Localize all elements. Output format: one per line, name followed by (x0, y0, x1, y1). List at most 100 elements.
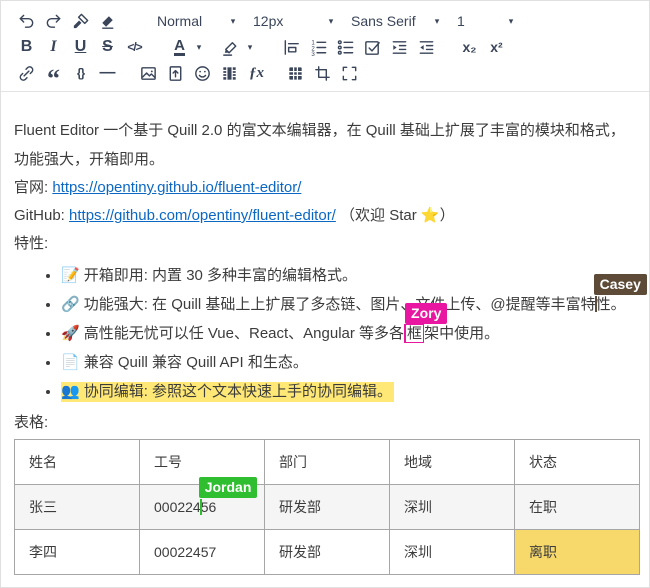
website-line[interactable]: 官网: https://opentiny.github.io/fluent-ed… (14, 174, 636, 202)
jordan-caret: Jordan (200, 499, 202, 515)
indent-decrease-icon (417, 38, 436, 57)
font-family-select[interactable]: Sans Serif ▾ (341, 9, 447, 33)
superscript-button[interactable]: x² (483, 35, 510, 59)
features-title[interactable]: 特性: (14, 230, 636, 258)
cell-dept[interactable]: 研发部 (265, 485, 390, 530)
website-label: 官网: (14, 179, 52, 196)
line-height-select[interactable]: 1 ▾ (447, 9, 521, 33)
text-color-icon: A (174, 38, 185, 56)
align-button[interactable] (278, 35, 305, 59)
feature-1-text: 开箱即用: 内置 30 多种丰富的编辑格式。 (84, 267, 357, 284)
casey-cursor-label: Casey (594, 274, 647, 295)
github-link[interactable]: https://github.com/opentiny/fluent-edito… (69, 207, 336, 224)
link-icon (17, 64, 36, 83)
align-left-icon (282, 38, 301, 57)
id-before-caret: 000224 (154, 499, 201, 515)
divider-button[interactable]: — (94, 61, 121, 85)
clean-format-button[interactable] (94, 9, 121, 33)
fullscreen-button[interactable] (336, 61, 363, 85)
editor-content[interactable]: Fluent Editor 一个基于 Quill 2.0 的富文本编辑器，在 Q… (1, 92, 649, 575)
underline-button[interactable]: U (67, 35, 94, 59)
file-upload-icon (166, 64, 185, 83)
cell-id[interactable]: 000224Jordan56 (140, 485, 265, 530)
cell-status-highlighted[interactable]: 离职 (515, 530, 640, 575)
strikethrough-button[interactable]: S (94, 35, 121, 59)
image-icon (139, 64, 158, 83)
toolbar-row-2: B I U S </> A ▾ ▾ 123 x₂ x² (13, 34, 637, 60)
feature-2-text-before: 功能强大: 在 Quill 基础上上扩展了多态链、图片、文件上传、@提醒等丰富特 (84, 296, 596, 313)
screenshot-button[interactable] (309, 61, 336, 85)
heading-value: Normal (157, 13, 202, 29)
link-button[interactable] (13, 61, 40, 85)
link-emoji-icon: 🔗 (61, 296, 80, 313)
redo-button[interactable] (40, 9, 67, 33)
feature-3-text-before: 高性能无忧可以任 Vue、React、Angular 等多各 (84, 325, 404, 342)
check-list-button[interactable] (359, 35, 386, 59)
emoji-button[interactable] (189, 61, 216, 85)
subscript-button[interactable]: x₂ (456, 35, 483, 59)
rocket-icon: 🚀 (61, 325, 80, 342)
font-size-value: 12px (253, 13, 283, 29)
indent-decrease-button[interactable] (413, 35, 440, 59)
heading-select[interactable]: Normal ▾ (147, 9, 243, 33)
toolbar: Normal ▾ 12px ▾ Sans Serif ▾ 1 ▾ B I U S… (1, 1, 649, 92)
feature-item-4[interactable]: 📄兼容 Quill 兼容 Quill API 和生态。 (61, 348, 636, 377)
github-line[interactable]: GitHub: https://github.com/opentiny/flue… (14, 202, 636, 230)
inline-code-button[interactable]: </> (121, 35, 148, 59)
bullet-list-button[interactable] (332, 35, 359, 59)
chevron-down-icon: ▾ (325, 16, 337, 27)
blockquote-button[interactable]: “ (40, 61, 67, 85)
cell-dept[interactable]: 研发部 (265, 530, 390, 575)
intro-paragraph[interactable]: Fluent Editor 一个基于 Quill 2.0 的富文本编辑器，在 Q… (14, 116, 636, 174)
feature-item-1[interactable]: 📝开箱即用: 内置 30 多种丰富的编辑格式。 (61, 261, 636, 290)
undo-button[interactable] (13, 9, 40, 33)
background-color-button[interactable] (217, 35, 244, 59)
header-status[interactable]: 状态 (515, 440, 640, 485)
feature-4-text: 兼容 Quill 兼容 Quill API 和生态。 (84, 354, 308, 371)
file-upload-button[interactable] (162, 61, 189, 85)
memo-icon: 📝 (61, 267, 80, 284)
feature-2-text-after: 性。 (596, 296, 626, 313)
table-header-row: 姓名 工号 部门 地域 状态 (15, 440, 640, 485)
check-list-icon (363, 38, 382, 57)
star-icon: ⭐ (421, 207, 440, 224)
eraser-icon (98, 12, 117, 31)
background-color-dropdown[interactable]: ▾ (244, 42, 256, 53)
font-size-select[interactable]: 12px ▾ (243, 9, 341, 33)
feature-item-5[interactable]: 👥协同编辑: 参照这个文本快速上手的协同编辑。 (61, 377, 636, 406)
format-painter-icon (71, 12, 90, 31)
text-color-dropdown[interactable]: ▾ (193, 42, 205, 53)
busts-icon: 👥 (61, 383, 80, 400)
toolbar-row-1: Normal ▾ 12px ▾ Sans Serif ▾ 1 ▾ (13, 8, 637, 34)
header-dept[interactable]: 部门 (265, 440, 390, 485)
feature-5-text: 协同编辑: 参照这个文本快速上手的协同编辑。 (84, 383, 392, 400)
video-icon (220, 64, 239, 83)
format-painter-button[interactable] (67, 9, 94, 33)
cell-region[interactable]: 深圳 (390, 530, 515, 575)
indent-increase-button[interactable] (386, 35, 413, 59)
bold-button[interactable]: B (13, 35, 40, 59)
table-title[interactable]: 表格: (14, 409, 636, 437)
table-button[interactable] (282, 61, 309, 85)
feature-item-3[interactable]: 🚀高性能无忧可以任 Vue、React、Angular 等多各框Zory架中使用… (61, 319, 636, 348)
italic-button[interactable]: I (40, 35, 67, 59)
header-name[interactable]: 姓名 (15, 440, 140, 485)
ordered-list-button[interactable]: 123 (305, 35, 332, 59)
code-block-button[interactable]: {} (67, 61, 94, 85)
website-link[interactable]: https://opentiny.github.io/fluent-editor… (52, 179, 301, 196)
cell-name[interactable]: 李四 (15, 530, 140, 575)
cell-name[interactable]: 张三 (15, 485, 140, 530)
cell-status[interactable]: 在职 (515, 485, 640, 530)
redo-icon (44, 12, 63, 31)
image-button[interactable] (135, 61, 162, 85)
feature-item-2[interactable]: 🔗功能强大: 在 Quill 基础上上扩展了多态链、图片、文件上传、@提醒等丰富… (61, 290, 636, 319)
emoji-icon (193, 64, 212, 83)
fluent-editor: Normal ▾ 12px ▾ Sans Serif ▾ 1 ▾ B I U S… (0, 0, 650, 588)
text-color-button[interactable]: A (166, 35, 193, 59)
formula-button[interactable]: ƒx (243, 61, 270, 85)
cell-id[interactable]: 00022457 (140, 530, 265, 575)
cell-region[interactable]: 深圳 (390, 485, 515, 530)
zory-cursor-label: Zory (405, 303, 447, 324)
header-region[interactable]: 地域 (390, 440, 515, 485)
video-button[interactable] (216, 61, 243, 85)
